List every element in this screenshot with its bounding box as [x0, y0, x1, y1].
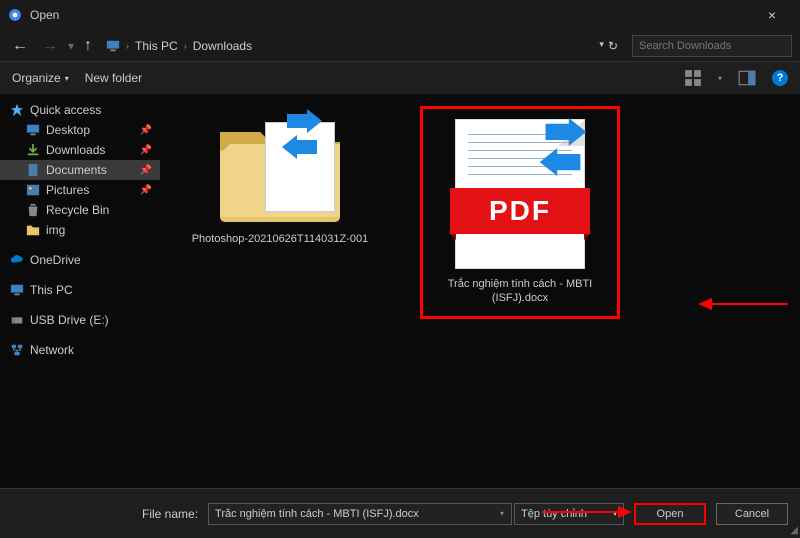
folder-large-icon: [215, 114, 345, 224]
search-input[interactable]: [632, 35, 792, 57]
chevron-right-icon: ›: [184, 41, 187, 51]
nav-separator: ▾: [68, 39, 74, 53]
sidebar: Quick access Desktop📌 Downloads📌 Documen…: [0, 94, 160, 488]
organize-button[interactable]: Organize ▾: [12, 71, 69, 85]
sidebar-documents[interactable]: Documents📌: [0, 160, 160, 180]
titlebar: Open ×: [0, 0, 800, 30]
breadcrumb-root[interactable]: This PC: [135, 39, 178, 53]
filename-label: File name:: [142, 507, 198, 521]
sidebar-usb[interactable]: USB Drive (E:): [0, 310, 160, 330]
filename-input[interactable]: [208, 503, 512, 525]
file-label: Trắc nghiệm tính cách - MBTI (ISFJ).docx: [433, 277, 607, 306]
chrome-icon: [8, 8, 22, 22]
downloads-icon: [26, 143, 40, 157]
path-dropdown[interactable]: ▾: [599, 39, 604, 53]
pin-icon: 📌: [140, 145, 152, 156]
navbar: ← → ▾ ↑ › This PC › Downloads ▾ ↻: [0, 30, 800, 62]
resize-grip[interactable]: ◢: [790, 525, 798, 536]
sidebar-network[interactable]: Network: [0, 340, 160, 360]
new-folder-button[interactable]: New folder: [85, 71, 142, 85]
help-button[interactable]: ?: [772, 70, 788, 86]
view-mode-icon[interactable]: [684, 69, 702, 87]
pin-icon: 📌: [140, 125, 152, 136]
desktop-icon: [26, 123, 40, 137]
pdf-large-icon: PDF: [455, 119, 585, 269]
sidebar-thispc[interactable]: This PC: [0, 280, 160, 300]
sidebar-desktop[interactable]: Desktop📌: [0, 120, 160, 140]
sidebar-pictures[interactable]: Pictures📌: [0, 180, 160, 200]
file-list: Photoshop-20210626T114031Z-001 PDF Trắc …: [160, 94, 800, 488]
pin-icon: 📌: [140, 165, 152, 176]
cloud-icon: [10, 253, 24, 267]
file-document-selected[interactable]: PDF Trắc nghiệm tính cách - MBTI (ISFJ).…: [420, 106, 620, 319]
recyclebin-icon: [26, 203, 40, 217]
pdf-badge: PDF: [450, 188, 590, 234]
path-controls: ▾ ↻: [599, 39, 618, 53]
up-button[interactable]: ↑: [80, 35, 96, 57]
file-label: Photoshop-20210626T114031Z-001: [192, 232, 369, 246]
refresh-button[interactable]: ↻: [608, 39, 618, 53]
window-title: Open: [30, 8, 752, 22]
filename-dropdown[interactable]: ▾: [500, 509, 504, 518]
annotation-arrow: [698, 294, 788, 314]
annotation-arrow: [542, 504, 632, 520]
forward-button[interactable]: →: [38, 35, 62, 57]
pin-icon: 📌: [140, 185, 152, 196]
star-icon: [10, 103, 24, 117]
folder-icon: [26, 223, 40, 237]
open-button[interactable]: Open: [634, 503, 706, 525]
toolbar: Organize ▾ New folder ▾ ?: [0, 62, 800, 94]
pc-icon: [10, 283, 24, 297]
usb-icon: [10, 313, 24, 327]
breadcrumb-folder[interactable]: Downloads: [193, 39, 252, 53]
file-folder[interactable]: Photoshop-20210626T114031Z-001: [180, 106, 380, 254]
pictures-icon: [26, 183, 40, 197]
pc-icon: [106, 39, 120, 53]
view-dropdown[interactable]: ▾: [718, 74, 722, 83]
sidebar-quick-access[interactable]: Quick access: [0, 100, 160, 120]
sync-overlay-icon: [534, 118, 592, 176]
preview-pane-icon[interactable]: [738, 69, 756, 87]
sidebar-onedrive[interactable]: OneDrive: [0, 250, 160, 270]
back-button[interactable]: ←: [8, 35, 32, 57]
sidebar-recyclebin[interactable]: Recycle Bin: [0, 200, 160, 220]
breadcrumb[interactable]: › This PC › Downloads: [102, 39, 593, 53]
footer: File name: ▾ Tệp tùy chỉnh▾ Open Cancel: [0, 488, 800, 538]
sidebar-img[interactable]: img: [0, 220, 160, 240]
documents-icon: [26, 163, 40, 177]
network-icon: [10, 343, 24, 357]
sync-overlay-icon: [277, 109, 327, 159]
cancel-button[interactable]: Cancel: [716, 503, 788, 525]
sidebar-downloads[interactable]: Downloads📌: [0, 140, 160, 160]
chevron-right-icon: ›: [126, 41, 129, 51]
close-button[interactable]: ×: [752, 7, 792, 23]
